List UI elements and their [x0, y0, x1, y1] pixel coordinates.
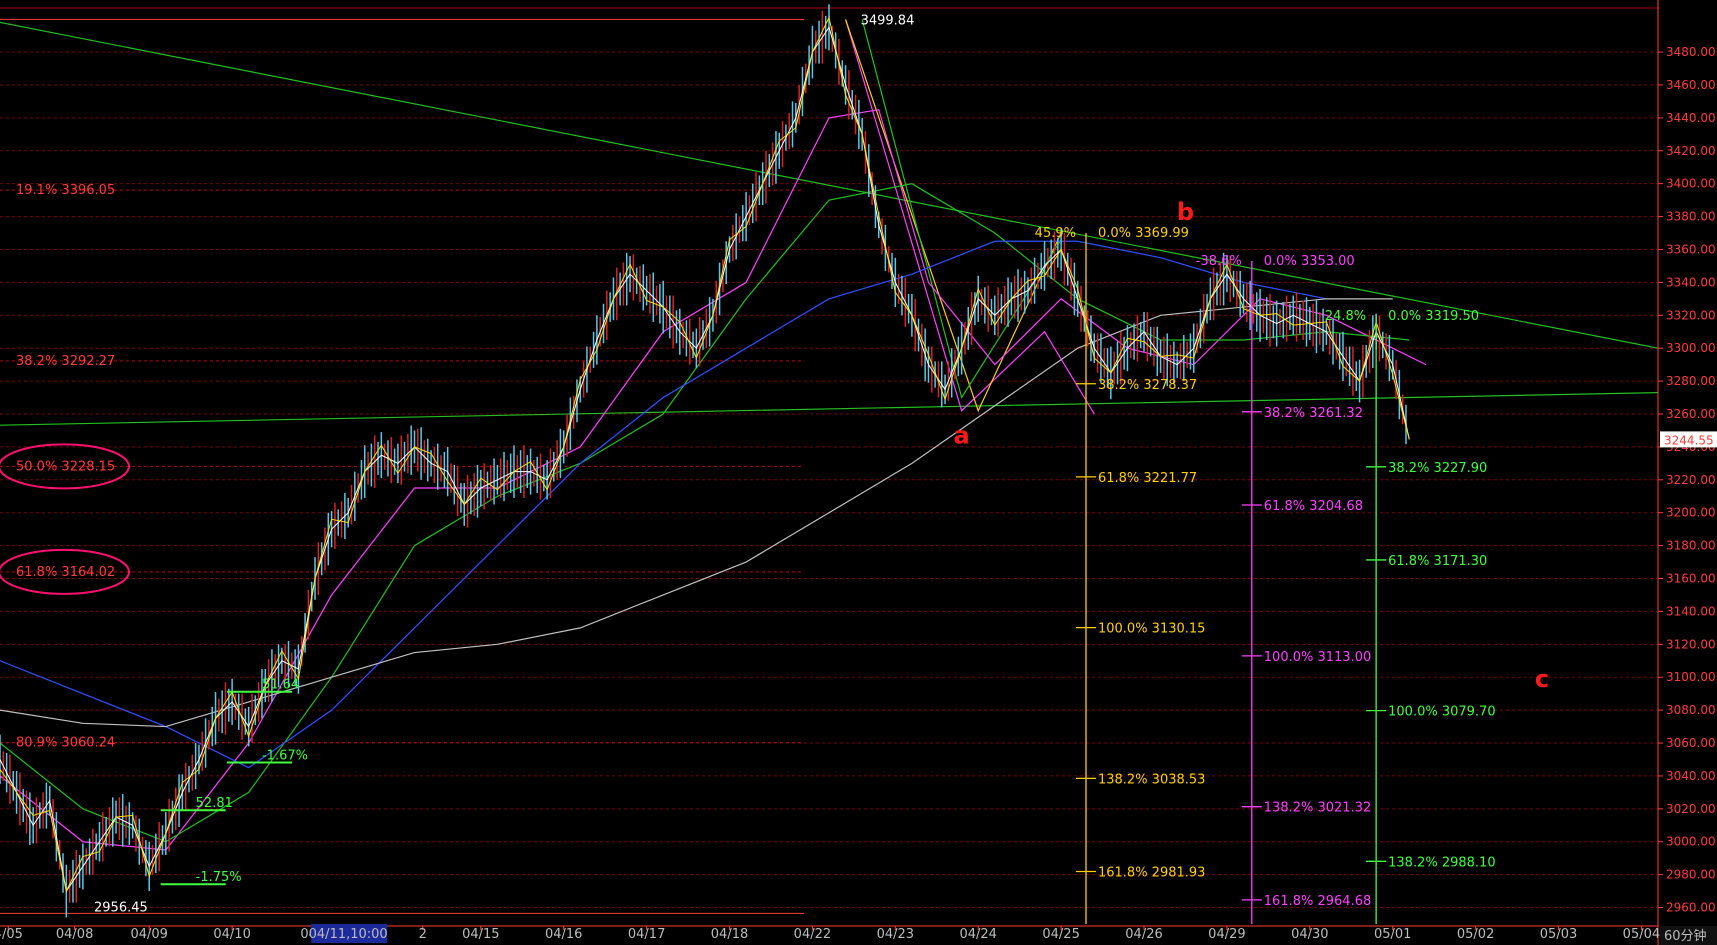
- stock-chart[interactable]: 19.1% 3396.05 38.2% 3292.27 50.0% 3228.15 6…: [0, 0, 1717, 945]
- x-tick-label: 04/16: [545, 927, 582, 942]
- marker-label: -1.75%: [196, 870, 242, 885]
- x-cursor-label: 04/11,10:00: [309, 927, 388, 942]
- left-fib-label: 38.2% 3292.27: [16, 354, 115, 369]
- fib-yellow-level-label: 100.0% 3130.15: [1098, 622, 1205, 637]
- y-tick-label: 3120.00: [1666, 637, 1716, 651]
- y-tick-label: 3160.00: [1666, 572, 1716, 586]
- fib-magenta-level-label: 61.8% 3204.68: [1264, 499, 1363, 514]
- y-tick-label: 3200.00: [1666, 506, 1716, 520]
- left-fib-label: 19.1% 3396.05: [16, 183, 115, 198]
- x-tick-label: 04/23: [877, 927, 914, 942]
- short-ma-line: [0, 15, 1410, 893]
- y-tick-label: 2960.00: [1666, 901, 1716, 915]
- fib-magenta-side-label: -38.6%: [1196, 254, 1242, 269]
- y-tick-label: 3060.00: [1666, 736, 1716, 750]
- x-tick-label: 05/04: [1623, 927, 1660, 942]
- fib-magenta-level-label: 138.2% 3021.32: [1264, 801, 1371, 816]
- fib-green-level-label: 61.8% 3171.30: [1388, 554, 1487, 569]
- y-tick-label: 3440.00: [1666, 111, 1716, 125]
- fib-magenta-level-label: 161.8% 2964.68: [1264, 894, 1371, 909]
- y-tick-label: 2980.00: [1666, 868, 1716, 882]
- y-tick-label: 3100.00: [1666, 670, 1716, 684]
- fib-yellow-level-label: 38.2% 3278.37: [1098, 378, 1197, 393]
- marker-label: -1.67%: [262, 748, 308, 763]
- x-tick-label: 04/22: [794, 927, 831, 942]
- x-tick-label: 04/08: [56, 927, 93, 942]
- y-tick-label: 3140.00: [1666, 604, 1716, 618]
- y-tick-label: 3380.00: [1666, 210, 1716, 224]
- left-fib-label: 50.0% 3228.15: [16, 459, 115, 474]
- marker-label: 51.64: [262, 678, 299, 693]
- y-tick-label: 3320.00: [1666, 308, 1716, 322]
- wave-label: a: [954, 422, 970, 450]
- x-tick-label: 04/18: [711, 927, 748, 942]
- x-tick-label: 04/29: [1208, 927, 1245, 942]
- marker-label: 52.81: [196, 796, 233, 811]
- fib-green-top-label: 0.0% 3319.50: [1388, 309, 1479, 324]
- fib-green-level-label: 138.2% 2988.10: [1388, 855, 1495, 870]
- fib-green-side-label: 24.8%: [1325, 309, 1366, 324]
- wave-label: b: [1177, 198, 1194, 226]
- x-tick-label: 05/03: [1540, 927, 1577, 942]
- y-tick-label: 3480.00: [1666, 45, 1716, 59]
- current-price-label: 3244.55: [1664, 433, 1714, 447]
- y-tick-label: 3340.00: [1666, 275, 1716, 289]
- fib-yellow-top-label: 0.0% 3369.99: [1098, 226, 1189, 241]
- x-tick-label: 04/17: [628, 927, 665, 942]
- fib-yellow-side-label: 45.9%: [1035, 226, 1076, 241]
- x-tick-label: 05/01: [1374, 927, 1411, 942]
- x-tick-label: 04/30: [1291, 927, 1328, 942]
- timeframe-label: 60分钟: [1664, 928, 1707, 944]
- grid-lines: [0, 7, 1658, 909]
- low-price-label: 2956.45: [94, 900, 148, 915]
- fib-green-level-label: 38.2% 3227.90: [1388, 461, 1487, 476]
- y-tick-label: 3180.00: [1666, 539, 1716, 553]
- y-tick-label: 3280.00: [1666, 374, 1716, 388]
- fib-yellow-level-label: 138.2% 3038.53: [1098, 772, 1205, 787]
- x-tick-label: 04/25: [1042, 927, 1079, 942]
- y-tick-label: 3080.00: [1666, 703, 1716, 717]
- x-tick-label: 4/05: [0, 927, 23, 942]
- left-fib-label: 80.9% 3060.24: [16, 736, 115, 751]
- x-tick-label: 04/26: [1125, 927, 1162, 942]
- fib-yellow-level-label: 161.8% 2981.93: [1098, 865, 1205, 880]
- x-tick-label: 04/09: [130, 927, 167, 942]
- trendline: [0, 392, 1659, 426]
- fib-magenta-level-label: 100.0% 3113.00: [1264, 650, 1371, 665]
- y-tick-label: 3020.00: [1666, 802, 1716, 816]
- fib-yellow-level-label: 61.8% 3221.77: [1098, 471, 1197, 486]
- y-tick-label: 3040.00: [1666, 769, 1716, 783]
- moving-averages: [0, 108, 1427, 851]
- left-fib-label: 61.8% 3164.02: [16, 565, 115, 580]
- trendlines: [0, 19, 1659, 426]
- wave-label: c: [1535, 665, 1549, 693]
- x-tick-label: 04/24: [959, 927, 996, 942]
- chart-annotations: 3499.84 2956.45 a b c 51.64 -1.67% 52.81 -1.75%: [94, 13, 1549, 915]
- x-tick-label: 05/02: [1457, 927, 1494, 942]
- y-tick-label: 3260.00: [1666, 407, 1716, 421]
- x-tick-label: 04/15: [462, 927, 499, 942]
- close-line: [0, 26, 1410, 893]
- x-tick-label: 2: [419, 927, 427, 942]
- y-tick-label: 3220.00: [1666, 473, 1716, 487]
- fib-magenta-level-label: 38.2% 3261.32: [1264, 406, 1363, 421]
- x-tick-label: 04/10: [213, 927, 250, 942]
- moving-average-line: [0, 108, 1427, 851]
- fib-magenta-top-label: 0.0% 3353.00: [1264, 254, 1355, 269]
- high-price-label: 3499.84: [861, 13, 915, 28]
- y-tick-label: 3360.00: [1666, 242, 1716, 256]
- y-tick-label: 3420.00: [1666, 144, 1716, 158]
- y-tick-label: 3000.00: [1666, 835, 1716, 849]
- y-tick-label: 3460.00: [1666, 78, 1716, 92]
- fib-green-level-label: 100.0% 3079.70: [1388, 705, 1495, 720]
- y-tick-label: 3300.00: [1666, 341, 1716, 355]
- y-tick-label: 3400.00: [1666, 177, 1716, 191]
